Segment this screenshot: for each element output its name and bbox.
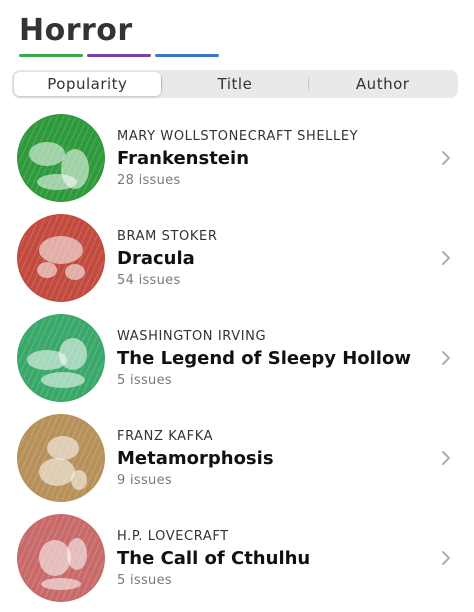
issue-count: 9 issues [117, 473, 172, 488]
issue-count: 54 issues [117, 273, 181, 288]
chevron-right-icon [442, 551, 450, 565]
cover-illustration [17, 414, 105, 502]
list-item[interactable]: FRANZ KAFKA Metamorphosis 9 issues [0, 408, 474, 508]
tab-author-label: Author [355, 75, 410, 93]
tab-title-label: Title [217, 75, 253, 93]
book-author: MARY WOLLSTONECRAFT SHELLEY [117, 129, 359, 144]
list-item[interactable]: BRAM STOKER Dracula 54 issues [0, 208, 474, 308]
issue-count: 5 issues [117, 573, 172, 588]
issue-count: 28 issues [117, 173, 181, 188]
book-list: MARY WOLLSTONECRAFT SHELLEY Frankenstein… [0, 108, 474, 608]
book-author: WASHINGTON IRVING [117, 329, 267, 344]
list-item-text: FRANZ KAFKA Metamorphosis 9 issues [117, 428, 274, 490]
list-item[interactable]: MARY WOLLSTONECRAFT SHELLEY Frankenstein… [0, 108, 474, 208]
header: Horror [19, 12, 219, 57]
list-item-text: BRAM STOKER Dracula 54 issues [117, 228, 217, 290]
title-underline [19, 54, 219, 57]
tab-title[interactable]: Title [162, 72, 309, 96]
cover-illustration [17, 314, 105, 402]
book-title: Dracula [117, 248, 195, 269]
cthulhu-cover-icon [17, 514, 105, 602]
dracula-cover-icon [17, 214, 105, 302]
cover-illustration [17, 114, 105, 202]
book-title: The Legend of Sleepy Hollow [117, 348, 411, 369]
list-item-text: MARY WOLLSTONECRAFT SHELLEY Frankenstein… [117, 128, 358, 190]
list-item-text: WASHINGTON IRVING The Legend of Sleepy H… [117, 328, 411, 390]
underline-segment-green [19, 54, 83, 57]
book-title: Metamorphosis [117, 448, 274, 469]
list-item[interactable]: WASHINGTON IRVING The Legend of Sleepy H… [0, 308, 474, 408]
chevron-right-icon [442, 151, 450, 165]
chevron-right-icon [442, 251, 450, 265]
book-author: FRANZ KAFKA [117, 429, 214, 444]
page-title: Horror [19, 13, 133, 48]
list-item-text: H.P. LOVECRAFT The Call of Cthulhu 5 iss… [117, 528, 310, 590]
list-item[interactable]: H.P. LOVECRAFT The Call of Cthulhu 5 iss… [0, 508, 474, 608]
tab-popularity[interactable]: Popularity [14, 72, 161, 96]
underline-segment-blue [155, 54, 219, 57]
cover-illustration [17, 514, 105, 602]
frankenstein-cover-icon [17, 114, 105, 202]
cover-illustration [17, 214, 105, 302]
book-author: H.P. LOVECRAFT [117, 529, 229, 544]
sleepy-hollow-cover-icon [17, 314, 105, 402]
book-title: The Call of Cthulhu [117, 548, 311, 569]
book-author: BRAM STOKER [117, 229, 218, 244]
issue-count: 5 issues [117, 373, 172, 388]
tab-author[interactable]: Author [309, 72, 456, 96]
book-title: Frankenstein [117, 148, 250, 169]
chevron-right-icon [442, 451, 450, 465]
tab-popularity-label: Popularity [47, 75, 128, 93]
chevron-right-icon [442, 351, 450, 365]
underline-segment-purple [87, 54, 151, 57]
sort-segmented-control: Popularity Title Author [12, 70, 458, 98]
metamorphosis-cover-icon [17, 414, 105, 502]
